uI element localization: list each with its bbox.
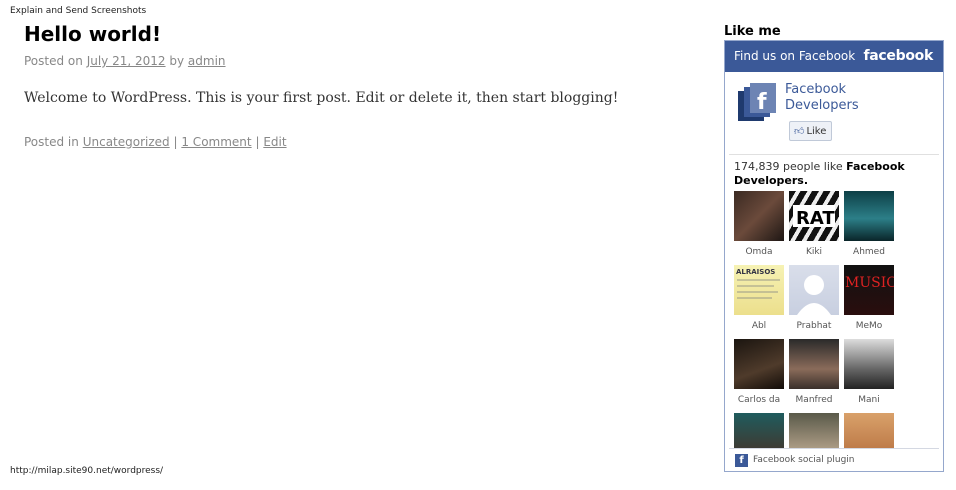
post-body: Welcome to WordPress. This is your first… — [24, 90, 619, 106]
thumbs-up-icon: 👍︎ — [794, 126, 805, 137]
post-title-text[interactable]: Hello world! — [24, 22, 161, 46]
fan-avatar[interactable] — [844, 191, 894, 241]
post-title[interactable]: Hello world! — [24, 22, 161, 46]
fan-name[interactable]: Omda — [745, 247, 772, 257]
fan-avatar[interactable] — [844, 339, 894, 389]
facebook-developers-logo[interactable]: f — [737, 82, 777, 124]
by-label: by — [169, 54, 185, 68]
fan-face[interactable]: Carlos da — [734, 339, 784, 407]
fan-name[interactable]: Manfred — [796, 395, 833, 405]
svg-text:f: f — [757, 90, 767, 115]
page-name-link[interactable]: Facebook Developers — [785, 82, 915, 114]
fan-face[interactable]: RAT Kiki — [789, 191, 839, 259]
find-us-text[interactable]: Find us on Facebook — [734, 49, 855, 63]
edit-link[interactable]: Edit — [263, 135, 286, 149]
separator: | — [173, 135, 178, 149]
facebook-icon: f — [735, 453, 748, 467]
fan-face[interactable]: Omda — [734, 191, 784, 259]
fan-name[interactable]: MeMo — [856, 321, 883, 331]
post-date-link[interactable]: July 21, 2012 — [87, 54, 166, 68]
comments-link[interactable]: 1 Comment — [181, 135, 251, 149]
social-plugin-link[interactable]: Facebook social plugin — [753, 455, 855, 465]
post-footer-meta: Posted in Uncategorized | 1 Comment | Ed… — [24, 135, 287, 149]
fan-avatar[interactable]: ALRAISOS — [734, 265, 784, 315]
status-bar-url: http://milap.site90.net/wordpress/ — [10, 466, 164, 476]
fan-face[interactable]: Mani — [844, 339, 894, 407]
facebook-logo[interactable]: facebook — [863, 48, 933, 64]
fan-name[interactable]: Mani — [858, 395, 880, 405]
fan-avatar[interactable]: RAT — [789, 191, 839, 241]
separator: | — [255, 135, 260, 149]
fan-name[interactable]: Ahmed — [853, 247, 885, 257]
fan-face[interactable]: Prabhat — [789, 265, 839, 333]
fan-avatar[interactable] — [734, 339, 784, 389]
fan-avatar[interactable]: MUSIC — [844, 265, 894, 315]
fan-avatar-overlay-text: RAT — [796, 208, 835, 229]
fan-avatar[interactable] — [789, 339, 839, 389]
fan-avatar-art: MUSIC — [845, 275, 894, 291]
fan-avatar[interactable] — [789, 265, 839, 315]
post-meta: Posted on July 21, 2012 by admin — [24, 54, 226, 68]
fb-header[interactable]: Find us on Facebook facebook — [725, 41, 943, 72]
fan-name[interactable]: Prabhat — [797, 321, 832, 331]
fan-faces-grid: Omda RAT Kiki Ahmed ALRAISOS Abl Prabhat… — [734, 191, 904, 471]
fan-avatar-overlay-text: ALRAISOS — [736, 268, 775, 276]
default-avatar-icon — [797, 275, 831, 315]
fan-count-text: 174,839 people like — [734, 160, 843, 173]
fan-name[interactable]: Carlos da — [738, 395, 780, 405]
fan-avatar-overlay-text: MUSIC — [845, 275, 894, 291]
facebook-like-box: Find us on Facebook facebook f Facebook … — [724, 40, 944, 472]
fan-avatar-art: RAT — [793, 205, 835, 229]
fan-face[interactable]: Manfred — [789, 339, 839, 407]
like-button[interactable]: 👍︎ Like — [789, 121, 833, 141]
fan-avatar-art: ALRAISOS — [736, 268, 780, 299]
fb-footer[interactable]: f Facebook social plugin — [729, 448, 939, 471]
browser-title: Explain and Send Screenshots — [10, 6, 147, 16]
page-info: f Facebook Developers 👍︎ Like — [729, 72, 939, 155]
fan-face[interactable]: MUSIC MeMo — [844, 265, 894, 333]
like-label: Like — [806, 125, 827, 137]
posted-in-label: Posted in — [24, 135, 79, 149]
fan-face[interactable]: Ahmed — [844, 191, 894, 259]
fan-count-suffix: . — [803, 174, 809, 187]
fan-avatar[interactable] — [734, 191, 784, 241]
fan-name[interactable]: Kiki — [806, 247, 822, 257]
widget-title: Like me — [724, 24, 781, 39]
fan-count: 174,839 people like Facebook Developers. — [734, 160, 934, 188]
fan-face[interactable]: ALRAISOS Abl — [734, 265, 784, 333]
fan-name[interactable]: Abl — [752, 321, 766, 331]
author-link[interactable]: admin — [188, 54, 226, 68]
posted-on-label: Posted on — [24, 54, 83, 68]
category-link[interactable]: Uncategorized — [83, 135, 170, 149]
